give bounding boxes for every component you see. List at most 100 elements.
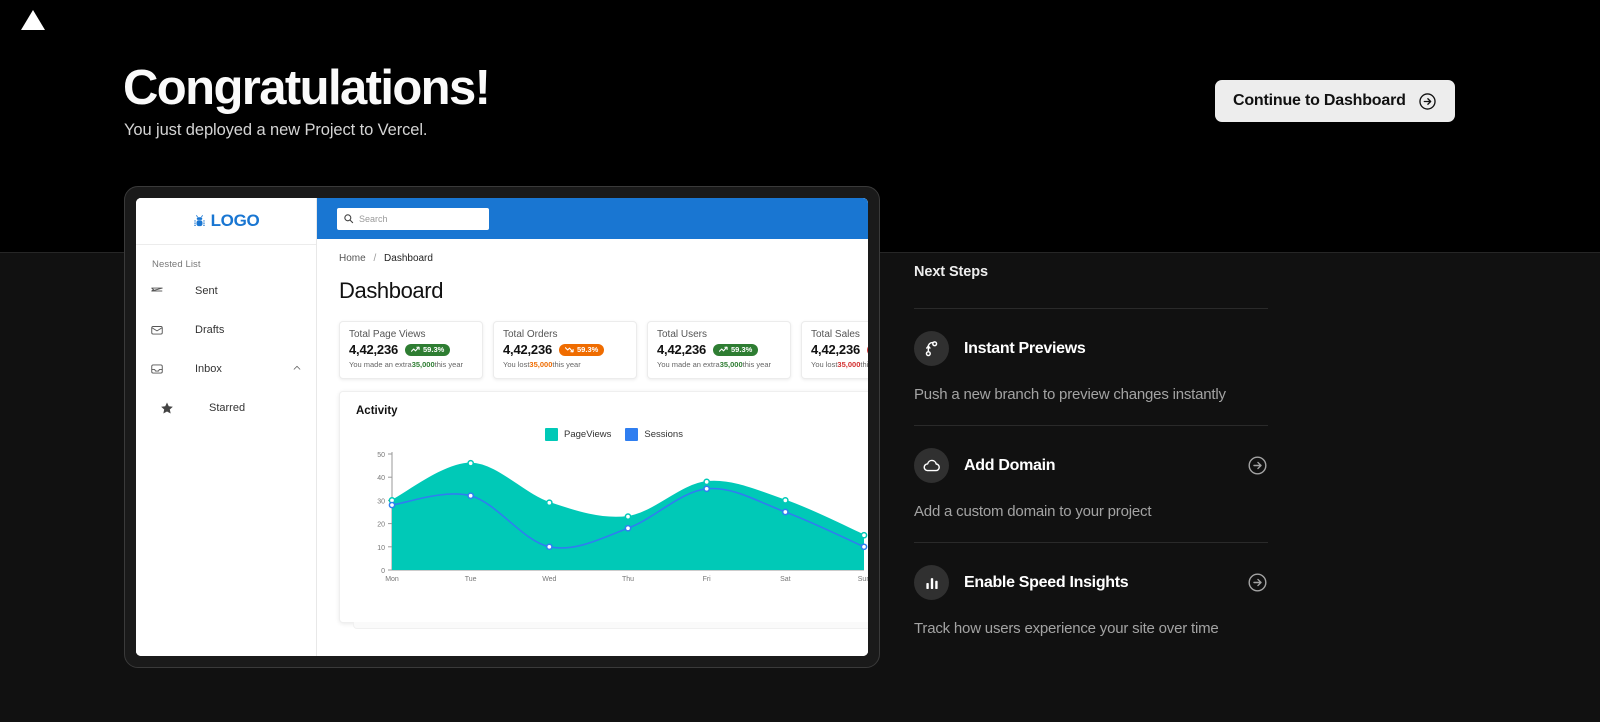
sidebar-item-label: Drafts — [195, 324, 225, 336]
continue-to-dashboard-button[interactable]: Continue to Dashboard — [1215, 80, 1455, 122]
breadcrumb-current: Dashboard — [384, 253, 433, 264]
search-icon — [343, 213, 354, 224]
search-input[interactable]: Search — [337, 207, 489, 230]
stat-card-note: You lost35,000this year — [811, 360, 868, 369]
note-amount: 35,000 — [411, 360, 435, 369]
svg-text:50: 50 — [377, 452, 385, 459]
sidebar-item-drafts[interactable]: Drafts — [136, 316, 316, 344]
activity-chart-panel: Activity PageViews Sessions 0 10 20 30 4… — [339, 391, 868, 629]
next-step-instant-previews[interactable]: Instant Previews Push a new branch to pr… — [914, 309, 1268, 426]
next-step-description: Add a custom domain to your project — [914, 503, 1152, 520]
breadcrumb: Home / Dashboard — [339, 253, 868, 264]
legend-item-pageviews[interactable]: PageViews — [545, 428, 611, 441]
breadcrumb-separator: / — [373, 253, 377, 264]
status-badge: 59.3% — [713, 343, 759, 356]
legend-label: PageViews — [564, 429, 612, 440]
svg-text:40: 40 — [377, 475, 385, 482]
dashboard-preview-screen: LOGO Nested List Sent Drafts Inbox Starr… — [136, 198, 868, 656]
dashboard-topbar: Search 1 3 John Doe — [317, 198, 868, 239]
status-badge: 59.3% — [867, 343, 868, 356]
next-step-description: Push a new branch to preview changes ins… — [914, 386, 1226, 403]
stat-card-title: Total Orders — [503, 329, 558, 340]
chart-title: Activity — [356, 405, 398, 417]
dashboard-logo[interactable]: LOGO — [136, 198, 316, 245]
status-badge-value: 59.3% — [577, 345, 599, 354]
breadcrumb-home[interactable]: Home — [339, 253, 366, 264]
stat-card-note: You made an extra35,000this year — [349, 360, 473, 369]
stat-card-value: 4,42,236 — [811, 342, 861, 357]
note-amount: 35,000 — [837, 360, 861, 369]
page-title: Congratulations! — [123, 61, 491, 115]
note-prefix: You made an extra — [657, 360, 720, 369]
activity-chart-svg: 0 10 20 30 40 50 Mon Tue Wed Thu Fri Sat Sun — [377, 452, 868, 583]
bug-icon — [193, 214, 206, 228]
next-step-speed-insights[interactable]: Enable Speed Insights Track how users ex… — [914, 543, 1268, 637]
next-step-add-domain[interactable]: Add Domain Add a custom domain to your p… — [914, 426, 1268, 543]
chevron-up-icon[interactable] — [292, 363, 302, 376]
page-subtitle: You just deployed a new Project to Verce… — [124, 121, 428, 139]
vercel-triangle-logo[interactable] — [20, 8, 46, 32]
legend-swatch — [545, 428, 559, 441]
dashboard-logo-text: LOGO — [210, 211, 260, 230]
stat-cards: Total Page Views 4,42,236 59.3% You made… — [339, 321, 868, 379]
note-suffix: this year — [552, 360, 581, 369]
page-root: Congratulations! You just deployed a new… — [0, 0, 1600, 722]
sidebar-item-label: Sent — [195, 285, 218, 297]
sidebar-item-sent[interactable]: Sent — [136, 277, 316, 305]
stat-card-note: You lost35,000this year — [503, 360, 627, 369]
next-steps-title: Next Steps — [914, 264, 988, 280]
status-badge-value: 59.3% — [423, 345, 445, 354]
next-step-label: Enable Speed Insights — [964, 573, 1129, 591]
svg-text:30: 30 — [377, 498, 385, 505]
legend-label: Sessions — [644, 429, 683, 440]
svg-text:0: 0 — [381, 568, 385, 575]
dashboard-sidebar: LOGO Nested List Sent Drafts Inbox Starr… — [136, 198, 317, 656]
status-badge: 59.3% — [559, 343, 605, 356]
note-suffix: this year — [860, 360, 868, 369]
svg-text:Mon: Mon — [385, 576, 399, 583]
dashboard-main: Home / Dashboard Dashboard Total Page Vi… — [317, 239, 868, 656]
status-badge: 59.3% — [405, 343, 451, 356]
stat-card-title: Total Sales — [811, 329, 860, 340]
note-amount: 35,000 — [719, 360, 743, 369]
bar-chart-icon — [914, 565, 949, 600]
stat-card: Total Users 4,42,236 59.3% You made an e… — [647, 321, 791, 379]
trend-up-icon — [719, 346, 728, 353]
svg-text:Thu: Thu — [622, 576, 634, 583]
chart-plot-area: 0 10 20 30 40 50 Mon Tue Wed Thu Fri Sat Sun — [356, 448, 868, 588]
svg-text:Sun: Sun — [858, 576, 868, 583]
arrow-right-circle-icon[interactable] — [1247, 572, 1268, 593]
git-branch-icon — [914, 331, 949, 366]
note-amount: 35,000 — [529, 360, 553, 369]
next-step-label: Instant Previews — [964, 339, 1086, 357]
svg-text:Tue: Tue — [465, 576, 477, 583]
stat-card: Total Page Views 4,42,236 59.3% You made… — [339, 321, 483, 379]
svg-text:Wed: Wed — [542, 576, 556, 583]
stat-card-title: Total Page Views — [349, 329, 426, 340]
svg-text:20: 20 — [377, 522, 385, 529]
chart-legend: PageViews Sessions — [356, 428, 868, 441]
legend-item-sessions[interactable]: Sessions — [625, 428, 683, 441]
stat-card: Total Sales 4,42,236 59.3% You lost35,00… — [801, 321, 868, 379]
chart-panel-shadow — [353, 622, 868, 629]
note-prefix: You lost — [503, 360, 530, 369]
inbox-icon — [150, 362, 174, 376]
send-icon — [150, 284, 174, 298]
note-suffix: this year — [434, 360, 463, 369]
next-step-header: Enable Speed Insights — [914, 565, 1268, 600]
stat-card-value: 4,42,236 — [349, 342, 399, 357]
arrow-right-circle-icon — [1418, 92, 1437, 111]
stat-card-title: Total Users — [657, 329, 708, 340]
sidebar-item-inbox[interactable]: Inbox — [136, 355, 316, 383]
sidebar-item-starred[interactable]: Starred — [136, 394, 316, 422]
trend-up-icon — [411, 346, 420, 353]
sidebar-item-label: Starred — [209, 402, 246, 414]
note-prefix: You lost — [811, 360, 838, 369]
search-placeholder: Search — [359, 213, 388, 224]
continue-button-label: Continue to Dashboard — [1233, 92, 1406, 109]
dashboard-heading: Dashboard — [339, 278, 444, 303]
arrow-right-circle-icon[interactable] — [1247, 455, 1268, 476]
svg-text:Sat: Sat — [780, 576, 791, 583]
stat-card-value: 4,42,236 — [503, 342, 553, 357]
legend-swatch — [625, 428, 639, 441]
